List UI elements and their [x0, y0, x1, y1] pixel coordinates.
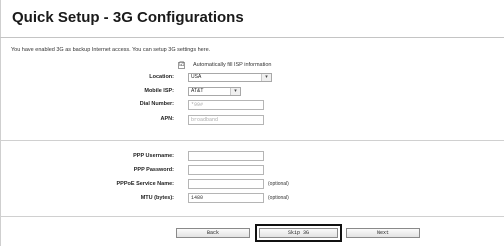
skip-button-highlight — [255, 224, 342, 242]
apn-label: APN: — [160, 116, 174, 122]
mobile-isp-value: AT&T — [191, 88, 204, 94]
next-button[interactable]: Next — [346, 228, 420, 238]
section-divider — [0, 140, 504, 141]
mtu-input[interactable]: 1480 — [188, 193, 264, 203]
auto-fill-checkbox[interactable]: ☑ — [178, 62, 185, 69]
ppp-username-label: PPP Username: — [133, 153, 174, 159]
pppoe-service-name-label: PPPoE Service Name: — [116, 181, 174, 187]
dial-number-label: Dial Number: — [139, 101, 174, 107]
service-name-hint: (optional) — [268, 181, 289, 187]
mtu-hint: (optional) — [268, 195, 289, 201]
pppoe-service-name-input[interactable] — [188, 179, 264, 189]
location-select[interactable]: USA ▾ — [188, 73, 272, 82]
location-label: Location: — [149, 74, 174, 80]
back-button[interactable]: Back — [176, 228, 250, 238]
ppp-password-label: PPP Password: — [133, 167, 174, 173]
chevron-down-icon: ▾ — [261, 74, 271, 81]
ppp-password-input[interactable] — [188, 165, 264, 175]
mobile-isp-select[interactable]: AT&T ▾ — [188, 87, 241, 96]
title-divider — [0, 37, 504, 38]
page-title: Quick Setup - 3G Configurations — [12, 9, 244, 26]
dial-number-input[interactable]: *99# — [188, 100, 264, 110]
auto-fill-label: Automatically fill ISP information — [193, 62, 272, 68]
apn-input[interactable]: broadband — [188, 115, 264, 125]
ppp-username-input[interactable] — [188, 151, 264, 161]
location-value: USA — [191, 74, 202, 80]
buttons-divider — [0, 216, 504, 217]
quick-setup-panel: Quick Setup - 3G Configurations You have… — [0, 0, 504, 246]
mtu-label: MTU (bytes): — [140, 195, 174, 201]
mobile-isp-label: Mobile ISP: — [144, 88, 174, 94]
chevron-down-icon: ▾ — [230, 88, 240, 95]
intro-text: You have enabled 3G as backup Internet a… — [11, 47, 211, 53]
